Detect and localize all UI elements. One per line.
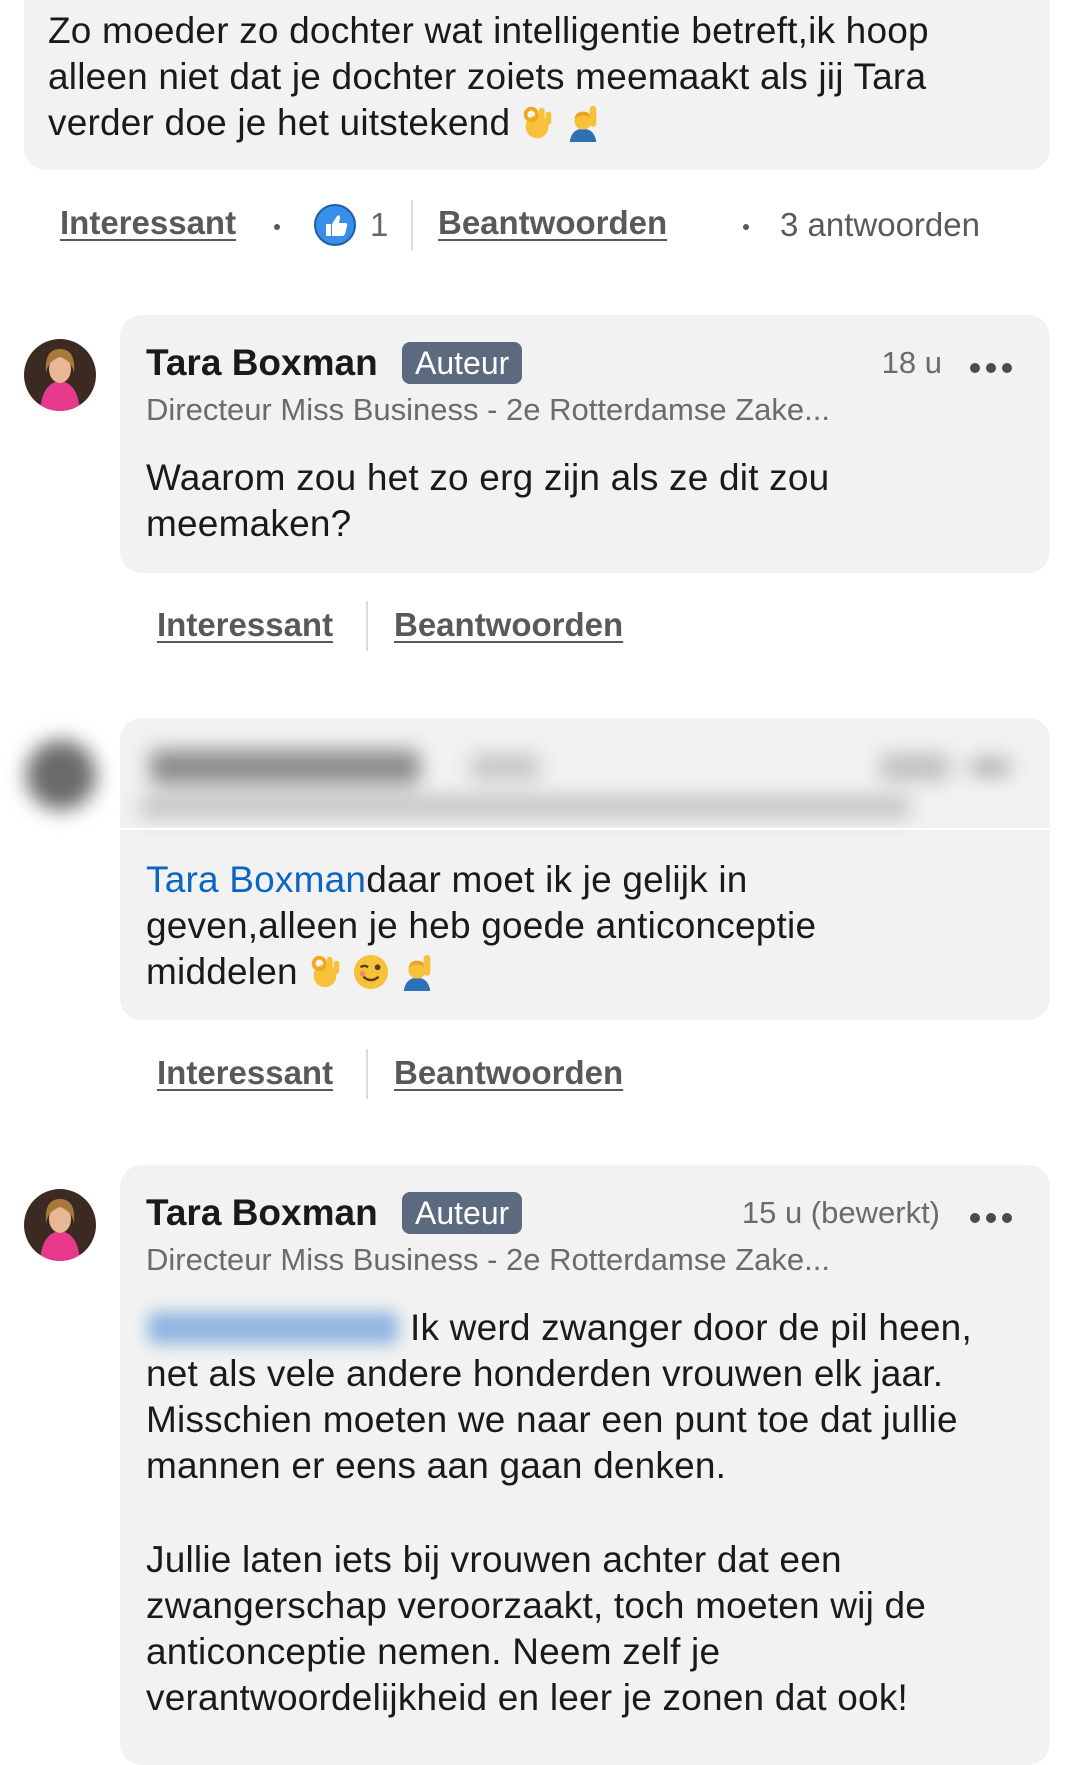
reply-button[interactable]: Beantwoorden <box>394 1054 623 1092</box>
reply-text-paragraph-2: Jullie laten iets bij vrouwen achter dat… <box>146 1539 927 1718</box>
like-button[interactable]: Interessant <box>157 1054 333 1092</box>
replies-count-link[interactable]: 3 antwoorden <box>780 206 980 244</box>
author-name[interactable]: Tara Boxman <box>146 342 378 384</box>
reaction-count[interactable]: 1 <box>370 206 388 244</box>
more-options-icon[interactable] <box>970 1213 1014 1225</box>
winking-face-emoji <box>352 953 390 991</box>
ok-hand-emoji <box>306 953 344 991</box>
author-badge: Auteur <box>402 342 523 384</box>
separator-dot <box>274 224 280 230</box>
reply-text: Waarom zou het zo erg zijn als ze dit zo… <box>146 457 830 544</box>
actions-divider <box>366 601 368 651</box>
like-button[interactable]: Interessant <box>157 606 333 644</box>
like-button[interactable]: Interessant <box>60 204 236 242</box>
ok-hand-emoji <box>518 104 556 142</box>
mention-link[interactable]: Tara Boxman <box>146 859 366 900</box>
top-comment-body: Zo moeder zo dochter wat intelligentie b… <box>48 10 929 143</box>
reply-button[interactable]: Beantwoorden <box>394 606 623 644</box>
timestamp: 18 u <box>881 345 942 380</box>
avatar[interactable] <box>24 1189 96 1261</box>
timestamp: 15 u (bewerkt) <box>741 1195 940 1230</box>
author-name[interactable]: Tara Boxman <box>146 1192 378 1234</box>
author-headline: Directeur Miss Business - 2e Rotterdamse… <box>146 392 830 427</box>
reply-text: Tara Boxmandaar moet ik je gelijk in gev… <box>146 857 946 995</box>
raising-hand-emoji <box>564 104 602 142</box>
more-options-icon[interactable] <box>970 363 1014 375</box>
reply-button[interactable]: Beantwoorden <box>438 204 667 242</box>
author-headline: Directeur Miss Business - 2e Rotterdamse… <box>146 1242 830 1277</box>
blurred-author-header <box>140 740 1020 820</box>
actions-divider <box>366 1049 368 1099</box>
raising-hand-emoji <box>398 953 436 991</box>
top-comment-text: Zo moeder zo dochter wat intelligentie b… <box>48 8 1008 146</box>
header-divider <box>120 828 1050 830</box>
like-reaction-icon <box>314 204 356 246</box>
reply-text: Ik werd zwanger door de pil heen, net al… <box>146 1307 972 1486</box>
avatar[interactable] <box>24 339 96 411</box>
actions-divider <box>411 200 413 250</box>
separator-dot <box>743 224 749 230</box>
author-badge: Auteur <box>402 1192 523 1234</box>
blurred-author-avatar <box>26 740 96 810</box>
